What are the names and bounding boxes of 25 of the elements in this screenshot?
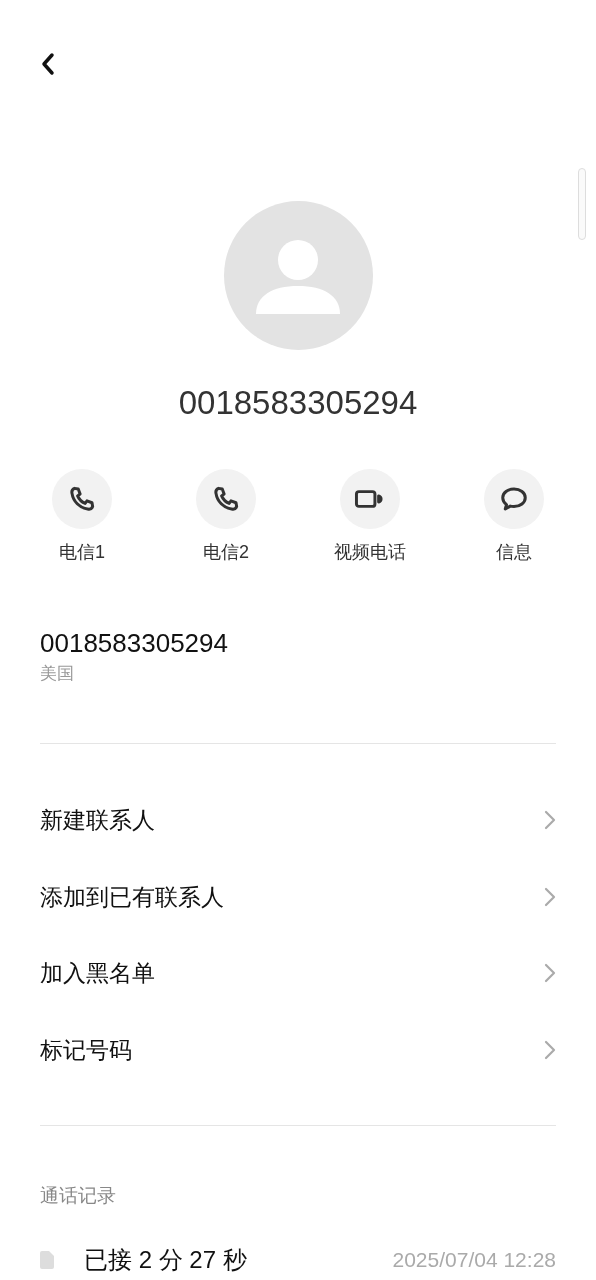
call-action[interactable]: 信息	[442, 469, 586, 563]
menu-item[interactable]: 添加到已有联系人	[40, 858, 556, 935]
call-action[interactable]: 电信2	[154, 469, 298, 563]
phone-number: 0018583305294	[40, 627, 229, 659]
section-title: 通话记录	[40, 1184, 117, 1208]
person-icon	[253, 238, 343, 314]
back-icon	[41, 52, 55, 76]
call-log-row[interactable]: 已接 2 分 27 秒 2025/07/04 12:28	[40, 1244, 556, 1276]
menu-item[interactable]: 加入黑名单	[40, 935, 556, 1012]
contact-number: 0018583305294	[178, 383, 418, 423]
menu-item[interactable]: 标记号码	[40, 1011, 556, 1088]
menu-item[interactable]: 新建联系人	[40, 782, 556, 859]
call-status: 已接 2 分 27 秒	[84, 1245, 247, 1275]
call-action[interactable]: 电信1	[10, 469, 154, 563]
scrollbar	[578, 168, 586, 240]
phone-icon	[67, 484, 97, 514]
chevron-right-icon	[544, 1039, 556, 1060]
number-location: 美国	[40, 663, 75, 685]
phone-icon	[211, 484, 241, 514]
chevron-right-icon	[544, 963, 556, 984]
chevron-right-icon	[544, 886, 556, 907]
call-time: 2025/07/04 12:28	[392, 1247, 556, 1273]
chevron-right-icon	[544, 810, 556, 831]
call-action[interactable]: 视频电话	[298, 469, 442, 563]
sim-card-icon	[40, 1251, 54, 1269]
